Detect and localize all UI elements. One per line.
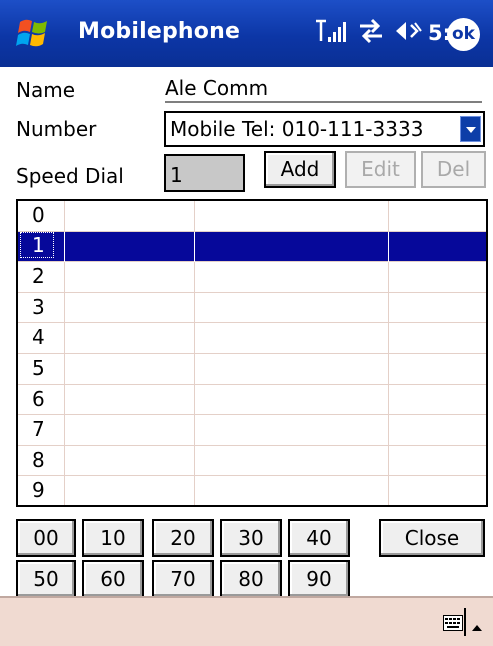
name-value: Ale Comm [165,75,482,103]
quick-number-button[interactable]: 30 [220,519,282,557]
speed-dial-field: 1 [164,154,245,192]
speaker-icon[interactable] [394,18,422,49]
grid-row[interactable]: 3 [18,293,486,324]
grid-row[interactable]: 5 [18,354,486,385]
ok-button[interactable]: ok [447,18,480,51]
grid-row-number: 5 [32,356,45,380]
arrow-up-icon[interactable] [470,614,484,638]
chevron-down-icon[interactable] [460,116,481,142]
grid-row[interactable]: 4 [18,323,486,354]
grid-row-number: 3 [32,294,45,319]
grid-row-number: 1 [20,231,54,258]
number-select[interactable]: Mobile Tel: 010-111-3333 [164,111,485,147]
quick-number-button[interactable]: 60 [82,560,144,598]
grid-row-number: 4 [32,325,45,350]
grid-row[interactable]: 7 [18,415,486,446]
edit-button[interactable]: Edit [345,151,416,188]
number-select-value: Mobile Tel: 010-111-3333 [170,117,424,141]
title-bar: Mobilephone 5:50 ok [0,0,493,67]
quick-number-button[interactable]: 80 [220,560,282,598]
name-label: Name [16,78,76,102]
speed-dial-grid[interactable]: 0 1 2 3 4 5 6 7 8 9 [16,199,488,507]
connectivity-icon[interactable] [356,18,386,49]
add-button[interactable]: Add [264,151,336,188]
sip-divider [464,608,466,636]
menu-bar [0,598,493,646]
grid-column-divider [388,231,389,262]
windows-flag-icon[interactable] [14,14,54,54]
grid-row-number: 8 [32,447,45,472]
signal-strength-icon[interactable] [314,17,348,50]
grid-row[interactable]: 8 [18,446,486,477]
grid-row-number: 7 [32,417,45,442]
quick-number-button[interactable]: 20 [152,519,214,557]
quick-number-button[interactable]: 50 [16,560,76,598]
grid-row-number: 9 [32,478,45,503]
quick-number-button[interactable]: 00 [16,519,76,557]
number-label: Number [16,117,97,141]
app-title: Mobilephone [78,19,241,44]
grid-row-number: 6 [32,386,45,411]
quick-number-button[interactable]: 70 [152,560,214,598]
grid-row-number: 0 [32,203,45,227]
del-button[interactable]: Del [421,151,486,188]
grid-row[interactable]: 9 [18,476,486,505]
keyboard-icon[interactable] [443,612,463,636]
grid-row[interactable]: 0 [18,201,486,232]
grid-row[interactable]: 2 [18,262,486,293]
grid-column-divider [64,231,65,262]
quick-number-button[interactable]: 40 [288,519,350,557]
grid-row-number: 2 [32,264,45,289]
quick-number-button[interactable]: 10 [82,519,144,557]
grid-row[interactable]: 6 [18,385,486,416]
grid-row[interactable]: 1 [18,231,486,263]
grid-column-divider [194,231,195,262]
quick-number-button[interactable]: 90 [288,560,350,598]
speed-dial-value: 1 [170,163,183,187]
speed-dial-label: Speed Dial [16,164,124,188]
close-button[interactable]: Close [379,519,485,557]
